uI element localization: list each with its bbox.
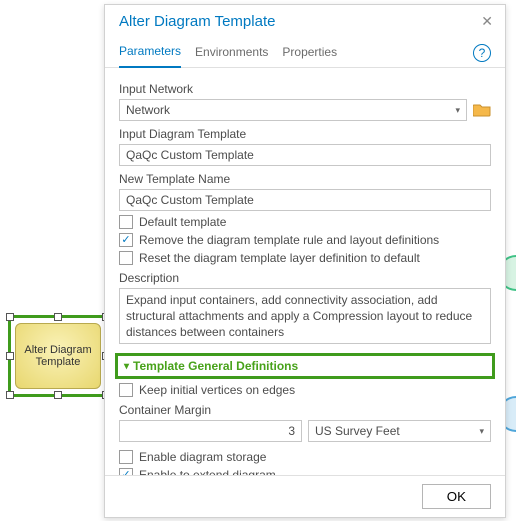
dialog-alter-diagram-template: Alter Diagram Template ✕ Parameters Envi… [104, 4, 506, 518]
label-default-template: Default template [139, 215, 226, 229]
checkbox-enable-extend[interactable] [119, 468, 133, 475]
chevron-down-icon: ▾ [479, 426, 484, 437]
container-margin-unit-value: US Survey Feet [315, 424, 400, 438]
resize-handle[interactable] [54, 313, 62, 321]
label-description: Description [119, 271, 491, 285]
dialog-tabs: Parameters Environments Properties ? [105, 34, 505, 68]
container-margin-unit-select[interactable]: US Survey Feet ▾ [308, 420, 491, 442]
checkbox-reset-layer[interactable] [119, 251, 133, 265]
label-reset-layer: Reset the diagram template layer definit… [139, 251, 420, 265]
chevron-down-icon: ▾ [124, 361, 129, 372]
label-enable-storage: Enable diagram storage [139, 450, 266, 464]
resize-handle[interactable] [6, 391, 14, 399]
label-container-margin: Container Margin [119, 403, 491, 417]
tab-environments[interactable]: Environments [195, 39, 268, 67]
model-node-label: Alter Diagram Template [15, 323, 101, 389]
dialog-title: Alter Diagram Template [119, 13, 275, 30]
label-input-template: Input Diagram Template [119, 127, 491, 141]
model-node-alter-diagram-template[interactable]: Alter Diagram Template [8, 315, 108, 397]
help-icon[interactable]: ? [473, 44, 491, 62]
tab-properties[interactable]: Properties [282, 39, 337, 67]
dialog-titlebar: Alter Diagram Template ✕ [105, 5, 505, 34]
browse-folder-icon[interactable] [473, 102, 491, 118]
dialog-footer: OK [105, 475, 505, 517]
new-template-name-field[interactable] [119, 189, 491, 211]
chevron-down-icon: ▾ [455, 105, 460, 116]
input-network-value: Network [126, 103, 170, 117]
input-diagram-template-field[interactable] [119, 144, 491, 166]
section-title: Template General Definitions [133, 359, 298, 373]
label-enable-extend: Enable to extend diagram [139, 468, 276, 475]
checkbox-keep-vertices[interactable] [119, 383, 133, 397]
checkbox-enable-storage[interactable] [119, 450, 133, 464]
tab-parameters[interactable]: Parameters [119, 38, 181, 68]
label-new-template: New Template Name [119, 172, 491, 186]
label-keep-vertices: Keep initial vertices on edges [139, 383, 295, 397]
section-template-general-definitions[interactable]: ▾ Template General Definitions [115, 353, 495, 379]
resize-handle[interactable] [6, 313, 14, 321]
label-remove-definitions: Remove the diagram template rule and lay… [139, 233, 439, 247]
label-input-network: Input Network [119, 82, 491, 96]
resize-handle[interactable] [54, 391, 62, 399]
checkbox-default-template[interactable] [119, 215, 133, 229]
container-margin-field[interactable] [119, 420, 302, 442]
input-network-select[interactable]: Network ▾ [119, 99, 467, 121]
resize-handle[interactable] [6, 352, 14, 360]
ok-button[interactable]: OK [422, 484, 491, 509]
dialog-content: Input Network Network ▾ Input Diagram Te… [105, 68, 505, 475]
checkbox-remove-definitions[interactable] [119, 233, 133, 247]
close-icon[interactable]: ✕ [481, 13, 493, 30]
description-field[interactable] [119, 288, 491, 344]
